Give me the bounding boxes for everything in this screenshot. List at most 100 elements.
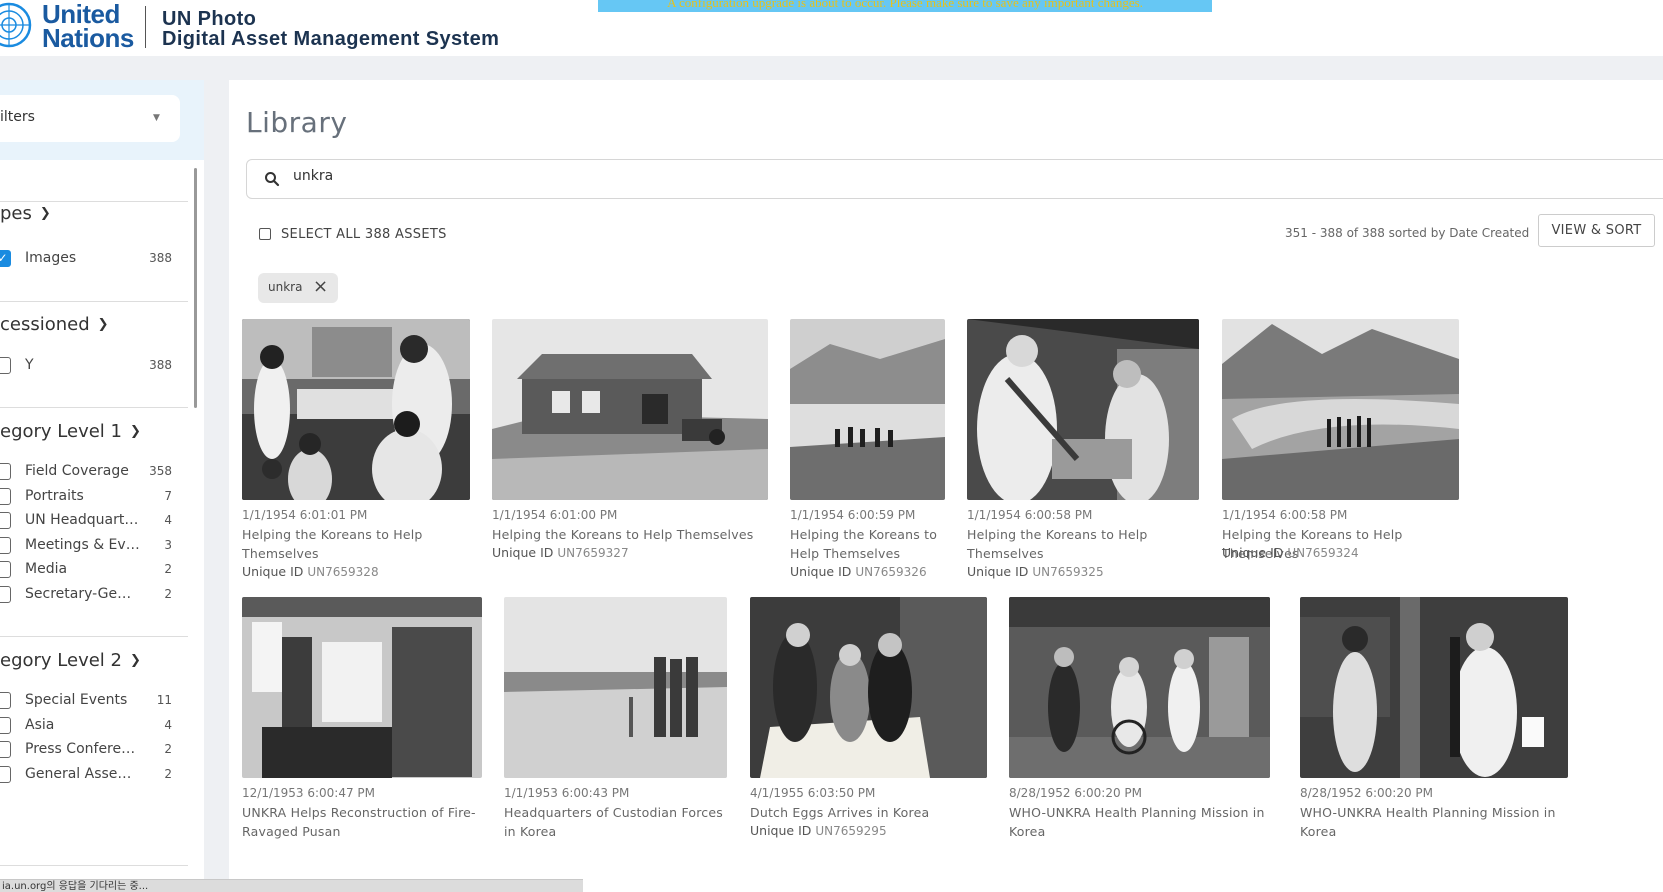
checkbox[interactable] [0, 561, 11, 578]
asset-title[interactable]: Headquarters of Custodian Forces in Kore… [504, 803, 727, 841]
asset-title[interactable]: UNKRA Helps Reconstruction of Fire-Ravag… [242, 803, 482, 841]
view-sort-button[interactable]: VIEW & SORT [1538, 214, 1655, 247]
checkbox[interactable] [0, 488, 11, 505]
filter-group-title: egory Level 2 [0, 650, 122, 671]
page-title: Library [246, 106, 348, 139]
filter-item-count: 388 [149, 251, 172, 265]
asset-title[interactable]: WHO-UNKRA Health Planning Mission in Kor… [1300, 803, 1568, 841]
filter-item-label: General Assembly [25, 766, 140, 782]
asset-uid: Unique ID UN7659325 [967, 564, 1104, 579]
uid-label: Unique ID [750, 823, 812, 838]
filter-item[interactable]: Media 2 [0, 559, 172, 581]
filters-sidebar: ilters ▼ pes ❯ ✓ Images 388 cessioned ❯ Y … [0, 80, 204, 892]
checkbox[interactable] [0, 766, 11, 783]
asset-date: 1/1/1953 6:00:43 PM [504, 786, 630, 800]
checkbox[interactable] [0, 586, 11, 603]
filter-item-count: 358 [149, 464, 172, 478]
asset-thumbnail[interactable] [1009, 597, 1270, 778]
checkbox-checked[interactable]: ✓ [0, 250, 11, 267]
photo-thumbnail [492, 319, 768, 500]
search-input[interactable] [293, 168, 893, 184]
photo-thumbnail [1009, 597, 1270, 778]
asset-title[interactable]: WHO-UNKRA Health Planning Mission in Kor… [1009, 803, 1270, 841]
checkbox[interactable] [0, 512, 11, 529]
filter-item[interactable]: Field Coverage 358 [0, 461, 172, 483]
filter-item[interactable]: UN Headquarters 4 [0, 510, 172, 532]
filter-item-label: Images [25, 250, 77, 266]
asset-date: 8/28/1952 6:00:20 PM [1300, 786, 1434, 800]
filter-group-accessioned-toggle[interactable]: cessioned ❯ [0, 314, 109, 335]
filters-dropdown[interactable]: ilters ▼ [0, 95, 180, 142]
filter-item[interactable]: General Assembly 2 [0, 764, 172, 786]
filter-group-types-toggle[interactable]: pes ❯ [0, 203, 51, 224]
asset-thumbnail[interactable] [242, 319, 470, 500]
filter-group-category-level-1-toggle[interactable]: egory Level 1 ❯ [0, 421, 141, 442]
asset-title[interactable]: Helping the Koreans to Help Themselves [790, 525, 945, 563]
app-title-line2: Digital Asset Management System [162, 28, 500, 50]
filter-item[interactable]: ✓ Images 388 [0, 248, 172, 270]
uid-value: UN7659328 [307, 565, 379, 579]
photo-thumbnail [790, 319, 945, 500]
filter-item[interactable]: Meetings & Eve... 3 [0, 535, 172, 557]
search-bar[interactable] [246, 159, 1663, 199]
select-all-checkbox[interactable] [259, 228, 271, 240]
checkbox[interactable] [0, 741, 11, 758]
photo-thumbnail [242, 319, 470, 500]
checkbox[interactable] [0, 357, 11, 374]
filter-item-count: 2 [164, 562, 172, 576]
asset-thumbnail[interactable] [1300, 597, 1568, 778]
filter-item[interactable]: Special Events 11 [0, 690, 172, 712]
asset-thumbnail[interactable] [242, 597, 482, 778]
filters-dropdown-label: ilters [0, 109, 35, 125]
filter-item-label: Portraits [25, 488, 84, 504]
filter-group-category-level-2-toggle[interactable]: egory Level 2 ❯ [0, 650, 141, 671]
filter-item-label: Field Coverage [25, 463, 129, 479]
asset-title[interactable]: Helping the Koreans to Help Themselves [242, 525, 470, 563]
filter-item-label: Press Conferenc... [25, 741, 140, 757]
uid-label: Unique ID [242, 564, 304, 579]
asset-date: 1/1/1954 6:00:59 PM [790, 508, 916, 522]
asset-title[interactable]: Dutch Eggs Arrives in Korea [750, 803, 987, 822]
asset-thumbnail[interactable] [967, 319, 1199, 500]
checkbox[interactable] [0, 537, 11, 554]
filter-item-label: Meetings & Eve... [25, 537, 140, 553]
chevron-down-icon: ❯ [129, 424, 141, 439]
uid-value: UN7659326 [855, 565, 927, 579]
select-all-label: SELECT ALL 388 ASSETS [281, 227, 447, 242]
uid-value: UN7659295 [815, 824, 887, 838]
divider [0, 201, 188, 202]
caret-down-icon: ▼ [153, 113, 160, 123]
asset-date: 1/1/1954 6:00:58 PM [1222, 508, 1348, 522]
library-panel: Library SELECT ALL 388 ASSETS 351 - 388 … [229, 80, 1663, 892]
asset-thumbnail[interactable] [790, 319, 945, 500]
filter-item-label: Special Events [25, 692, 128, 708]
asset-title[interactable]: Helping the Koreans to Help Themselves [967, 525, 1199, 563]
checkbox[interactable] [0, 463, 11, 480]
asset-thumbnail[interactable] [504, 597, 727, 778]
asset-title[interactable]: Helping the Koreans to Help Themselves [492, 525, 768, 544]
filters-bar: ilters ▼ [0, 80, 204, 160]
asset-thumbnail[interactable] [492, 319, 768, 500]
filter-item[interactable]: Press Conferenc... 2 [0, 739, 172, 761]
filter-group-title: pes [0, 203, 32, 224]
asset-uid: Unique ID UN7659328 [242, 564, 379, 579]
filter-item[interactable]: Portraits 7 [0, 486, 172, 508]
result-info: 351 - 388 of 388 sorted by Date Created [1285, 226, 1530, 240]
photo-thumbnail [750, 597, 987, 778]
filter-item[interactable]: Secretary-Gener... 2 [0, 584, 172, 606]
filter-item[interactable]: Asia 4 [0, 715, 172, 737]
asset-thumbnail[interactable] [1222, 319, 1459, 500]
checkbox[interactable] [0, 692, 11, 709]
filter-item-label: UN Headquarters [25, 512, 140, 528]
filter-item-label: Media [25, 561, 68, 577]
asset-date: 12/1/1953 6:00:47 PM [242, 786, 376, 800]
chevron-down-icon: ❯ [97, 317, 109, 332]
checkbox[interactable] [0, 717, 11, 734]
un-emblem-icon [0, 2, 32, 48]
chevron-down-icon: ❯ [39, 206, 51, 221]
asset-thumbnail[interactable] [750, 597, 987, 778]
close-icon[interactable]: × [313, 276, 328, 297]
divider [0, 636, 188, 637]
filter-item[interactable]: Y 388 [0, 355, 172, 377]
sidebar-scrollbar[interactable] [194, 168, 197, 408]
